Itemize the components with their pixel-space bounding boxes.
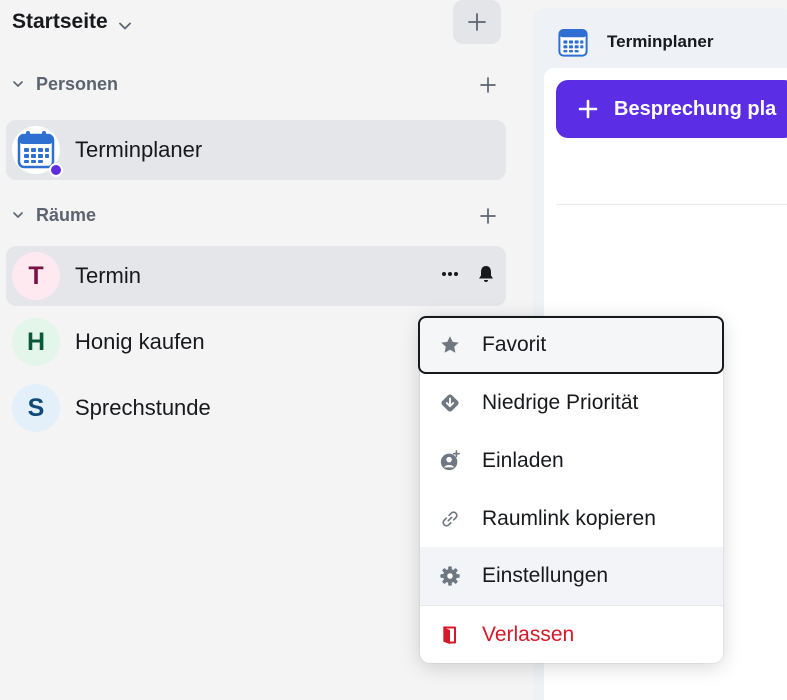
add-button[interactable] — [453, 0, 501, 44]
room-name: Termin — [75, 263, 142, 288]
menu-item-label: Niedrige Priorität — [482, 391, 639, 414]
add-room-button[interactable] — [476, 204, 500, 228]
section-header-rooms[interactable]: Räume — [12, 203, 96, 227]
section-label: Personen — [36, 73, 119, 94]
calendar-icon — [557, 26, 589, 63]
divider — [556, 204, 787, 205]
presence-indicator — [49, 163, 63, 177]
menu-item-label: Einladen — [482, 449, 564, 472]
low-priority-icon — [438, 391, 462, 415]
avatar: S — [12, 384, 60, 432]
room-context-menu: Favorit Niedrige Priorität Einladen Raum… — [418, 316, 724, 664]
menu-item-invite[interactable]: Einladen — [420, 432, 723, 490]
leave-door-icon — [438, 623, 462, 647]
menu-item-label: Einstellungen — [482, 564, 609, 587]
section-header-people[interactable]: Personen — [12, 72, 118, 96]
bell-icon[interactable] — [476, 264, 496, 289]
button-label: Besprechung pla — [614, 97, 777, 120]
list-item-terminplaner[interactable]: Terminplaner — [6, 120, 506, 180]
plus-icon — [480, 77, 496, 93]
chevron-down-icon — [13, 81, 23, 87]
list-item-termin[interactable]: T Termin — [6, 246, 506, 306]
avatar: T — [12, 252, 60, 300]
schedule-meeting-button[interactable]: Besprechung pla — [556, 80, 787, 138]
invite-user-icon — [438, 449, 462, 473]
menu-item-settings[interactable]: Einstellungen — [420, 547, 723, 605]
room-actions — [440, 264, 496, 289]
star-icon — [438, 333, 462, 357]
section-label: Räume — [36, 204, 97, 225]
room-name: Terminplaner — [75, 137, 203, 162]
gear-icon — [438, 564, 462, 588]
link-icon — [438, 507, 462, 531]
space-header[interactable]: Startseite — [12, 8, 132, 36]
menu-item-label: Favorit — [482, 333, 547, 356]
chevron-down-icon — [13, 212, 23, 218]
plus-icon — [480, 208, 496, 224]
add-person-button[interactable] — [476, 73, 500, 97]
plus-icon — [578, 99, 598, 119]
menu-item-label: Raumlink kopieren — [482, 507, 656, 530]
chevron-down-icon — [118, 15, 132, 30]
panel-title: Terminplaner — [607, 32, 714, 51]
plus-icon — [468, 13, 486, 31]
more-options-icon[interactable] — [440, 264, 460, 289]
room-name: Honig kaufen — [75, 329, 205, 354]
menu-item-favourite[interactable]: Favorit — [418, 316, 724, 374]
menu-item-leave[interactable]: Verlassen — [420, 606, 723, 664]
menu-item-label: Verlassen — [482, 623, 575, 646]
room-name: Sprechstunde — [75, 395, 211, 420]
space-title: Startseite — [12, 10, 108, 33]
avatar — [12, 126, 63, 177]
calendar-icon — [17, 131, 55, 169]
avatar: H — [12, 318, 60, 366]
menu-item-copy-link[interactable]: Raumlink kopieren — [420, 490, 723, 548]
menu-item-low-priority[interactable]: Niedrige Priorität — [420, 374, 723, 432]
